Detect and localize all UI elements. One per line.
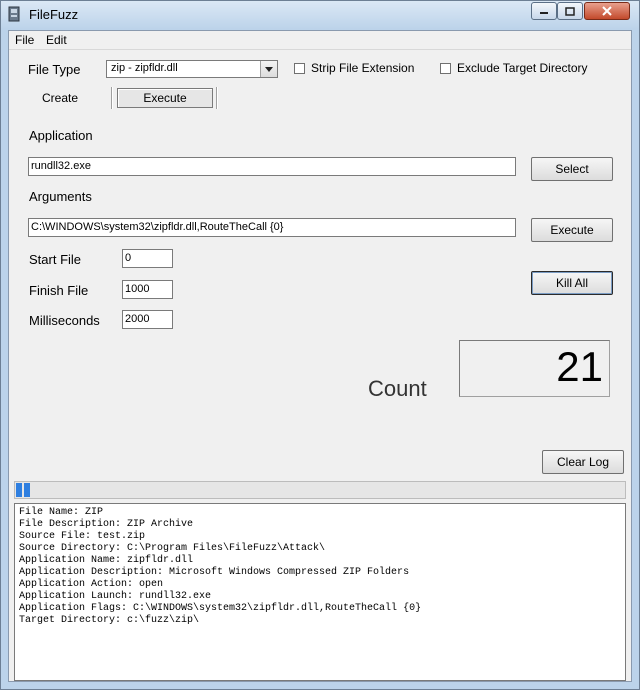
menu-edit[interactable]: Edit [46,33,67,47]
strip-extension-label: Strip File Extension [311,61,415,75]
minimize-icon [540,12,548,14]
select-button[interactable]: Select [531,157,613,181]
start-file-label: Start File [29,252,82,267]
title-bar[interactable]: FileFuzz [1,1,639,29]
strip-extension-checkbox[interactable] [294,63,305,74]
window-title: FileFuzz [29,7,79,22]
log-line: Application Description: Microsoft Windo… [19,567,410,578]
log-line: Application Action: open [19,579,164,590]
file-type-dropdown[interactable]: zip - zipfldr.dll [106,60,278,78]
close-icon [602,6,612,16]
application-label: Application [29,128,93,143]
tab-create[interactable]: Create [42,91,78,105]
exclude-target-checkbox[interactable] [440,63,451,74]
log-output[interactable]: File Name: ZIP File Description: ZIP Arch… [14,503,626,681]
tab-separator [111,87,113,109]
client-area: File Edit File Type zip - zipfldr.dll St… [8,30,632,682]
close-button[interactable] [584,2,630,20]
log-line: Application Flags: C:\WINDOWS\system32\z… [19,603,422,614]
dropdown-button[interactable] [260,61,277,77]
exclude-target-label: Exclude Target Directory [457,61,588,75]
progress-segment-gap [22,483,24,497]
finish-file-label: Finish File [29,283,89,298]
tab-execute[interactable]: Execute [117,88,213,108]
progress-bar [14,481,626,499]
file-type-value: zip - zipfldr.dll [111,62,178,74]
arguments-label: Arguments [29,189,92,204]
start-file-input[interactable]: 0 [122,249,173,268]
log-line: Source Directory: C:\Program Files\FileF… [19,543,326,554]
dropdown-arrow-icon [265,66,273,72]
maximize-icon [565,6,575,16]
log-line: File Description: ZIP Archive [19,519,194,530]
minimize-button[interactable] [531,2,557,20]
kill-all-button[interactable]: Kill All [531,271,613,295]
finish-file-input[interactable]: 1000 [122,280,173,299]
application-input[interactable]: rundll32.exe [28,157,516,176]
log-line: Application Launch: rundll32.exe [19,591,212,602]
maximize-button[interactable] [557,2,583,20]
tab-separator [216,87,218,109]
count-display: 21 [459,340,610,397]
count-value: 21 [556,343,603,390]
log-line: Application Name: zipfldr.dll [19,555,194,566]
app-icon [8,6,20,22]
arguments-input[interactable]: C:\WINDOWS\system32\zipfldr.dll,RouteThe… [28,218,516,237]
clear-log-button[interactable]: Clear Log [542,450,624,474]
file-type-label: File Type [28,62,81,77]
count-label: Count [368,376,427,401]
milliseconds-label: Milliseconds [29,313,100,328]
log-line: Target Directory: c:\fuzz\zip\ [19,615,200,626]
menu-bar: File Edit [9,31,631,50]
log-line: Source File: test.zip [19,531,146,542]
log-line: File Name: ZIP [19,507,104,518]
main-window: FileFuzz File Edit File Type zip - zipfl… [0,0,640,690]
execute-button[interactable]: Execute [531,218,613,242]
milliseconds-input[interactable]: 2000 [122,310,173,329]
menu-file[interactable]: File [15,33,34,47]
